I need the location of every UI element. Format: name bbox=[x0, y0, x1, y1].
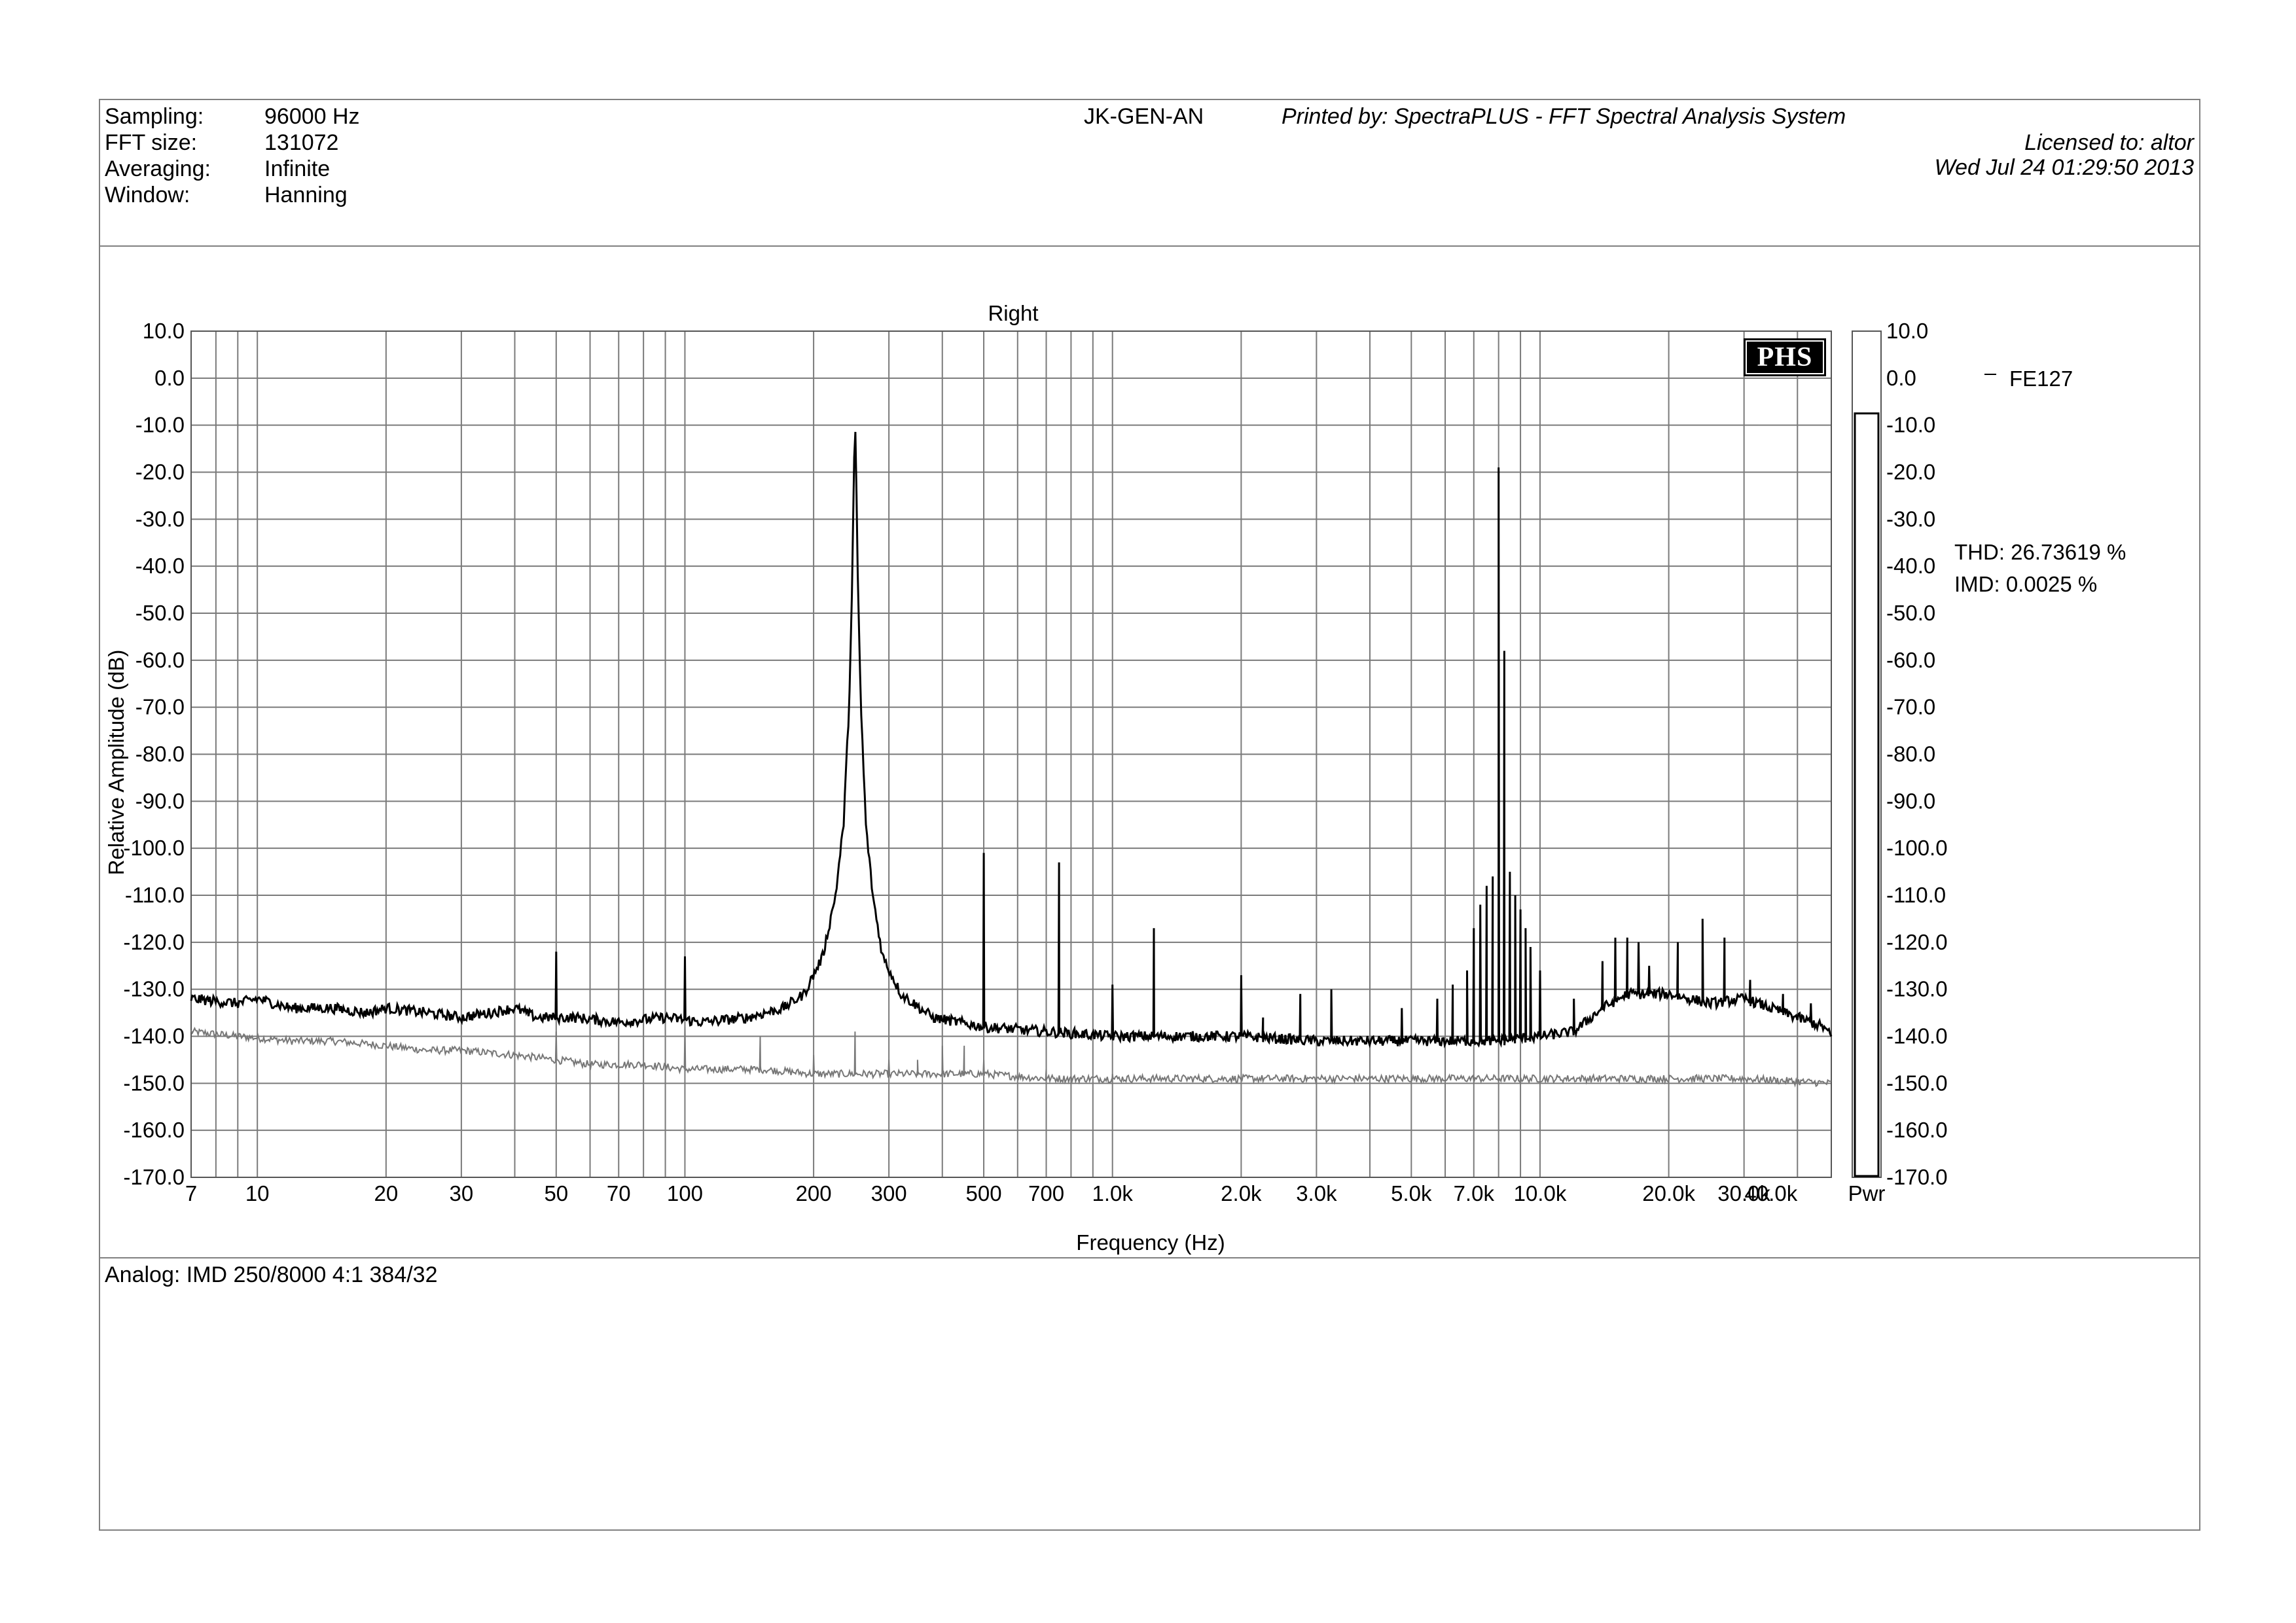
x-tick-label: 10.0k bbox=[1514, 1181, 1567, 1205]
x-tick-label: 20.0k bbox=[1642, 1181, 1695, 1205]
x-tick-label: 5.0k bbox=[1391, 1181, 1432, 1205]
y-tick-label: -70.0 bbox=[135, 695, 185, 719]
y-tick-label-right: 0.0 bbox=[1886, 366, 1916, 390]
y-tick-label: 10.0 bbox=[143, 319, 185, 343]
spectrum-chart: 10.0 10.0 0.0 0.0 -10.0 -10.0 -20.0 -20.0 -30.0 -… bbox=[104, 301, 2126, 1255]
x-tick-label: 50 bbox=[544, 1181, 568, 1205]
y-tick-label-right: -30.0 bbox=[1886, 507, 1935, 531]
y-tick-label-right: -170.0 bbox=[1886, 1165, 1948, 1189]
x-tick-label: 7.0k bbox=[1454, 1181, 1495, 1205]
y-tick-label: -100.0 bbox=[123, 836, 185, 860]
x-tick-label: 200 bbox=[796, 1181, 832, 1205]
x-tick-label: 10 bbox=[245, 1181, 270, 1205]
y-tick-label: -20.0 bbox=[135, 460, 185, 484]
y-tick-label-right: 10.0 bbox=[1886, 319, 1928, 343]
y-tick-label: -170.0 bbox=[123, 1165, 185, 1189]
y-tick-label-right: -20.0 bbox=[1886, 460, 1935, 484]
y-tick-label: -160.0 bbox=[123, 1118, 185, 1142]
x-tick-label: 300 bbox=[871, 1181, 907, 1205]
x-tick-label: 40.0k bbox=[1745, 1181, 1798, 1205]
chart-title: Right bbox=[988, 301, 1038, 325]
y-tick-label: -130.0 bbox=[123, 977, 185, 1001]
y-tick-label-right: -90.0 bbox=[1886, 789, 1935, 813]
x-axis-label: Frequency (Hz) bbox=[1076, 1230, 1225, 1255]
y-tick-label: -140.0 bbox=[123, 1024, 185, 1048]
y-tick-label-right: -110.0 bbox=[1886, 883, 1946, 907]
y-tick-label-right: -80.0 bbox=[1886, 742, 1935, 766]
y-tick-label: -10.0 bbox=[135, 413, 185, 437]
x-tick-label: 30 bbox=[450, 1181, 474, 1205]
x-tick-label: 20 bbox=[374, 1181, 398, 1205]
x-tick-label: 3.0k bbox=[1296, 1181, 1337, 1205]
thd-readout: THD: 26.73619 % bbox=[1954, 540, 2126, 564]
x-tick-label: 2.0k bbox=[1221, 1181, 1262, 1205]
x-tick-label: 700 bbox=[1028, 1181, 1064, 1205]
power-bar-fill bbox=[1854, 412, 1880, 1177]
y-tick-label: -110.0 bbox=[125, 883, 185, 907]
legend-label-fe127: FE127 bbox=[2009, 366, 2073, 391]
imd-readout: IMD: 0.0025 % bbox=[1954, 572, 2097, 596]
y-tick-label-right: -140.0 bbox=[1886, 1024, 1948, 1048]
y-tick-label-right: -10.0 bbox=[1886, 413, 1935, 437]
y-tick-label-right: -120.0 bbox=[1886, 930, 1948, 954]
x-tick-label: 100 bbox=[667, 1181, 703, 1205]
y-tick-label: -50.0 bbox=[135, 601, 185, 625]
y-tick-label: -40.0 bbox=[135, 554, 185, 578]
y-tick-label: -120.0 bbox=[123, 930, 185, 954]
y-tick-label-right: -100.0 bbox=[1886, 836, 1948, 860]
y-tick-label: 0.0 bbox=[154, 366, 185, 390]
y-tick-label-right: -150.0 bbox=[1886, 1071, 1948, 1095]
y-axis-label: Relative Amplitude (dB) bbox=[104, 650, 128, 876]
x-tick-label: 7 bbox=[185, 1181, 197, 1205]
x-tick-label: 1.0k bbox=[1092, 1181, 1134, 1205]
x-tick-label: 70 bbox=[607, 1181, 631, 1205]
phs-logo: PHS bbox=[1744, 338, 1826, 376]
y-tick-label: -30.0 bbox=[135, 507, 185, 531]
y-tick-label-right: -160.0 bbox=[1886, 1118, 1948, 1142]
y-tick-label: -80.0 bbox=[135, 742, 185, 766]
x-tick-label: 500 bbox=[966, 1181, 1002, 1205]
y-tick-label: -60.0 bbox=[135, 648, 185, 672]
series-line-fe127 bbox=[190, 431, 1833, 1049]
y-tick-label-right: -60.0 bbox=[1886, 648, 1935, 672]
y-tick-label-right: -130.0 bbox=[1886, 977, 1948, 1001]
y-tick-label-right: -40.0 bbox=[1886, 554, 1935, 578]
y-tick-label: -150.0 bbox=[123, 1071, 185, 1095]
y-tick-label-right: -50.0 bbox=[1886, 601, 1935, 625]
y-tick-label-right: -70.0 bbox=[1886, 695, 1935, 719]
power-bar-label: Pwr bbox=[1848, 1181, 1886, 1205]
y-tick-label: -90.0 bbox=[135, 789, 185, 813]
